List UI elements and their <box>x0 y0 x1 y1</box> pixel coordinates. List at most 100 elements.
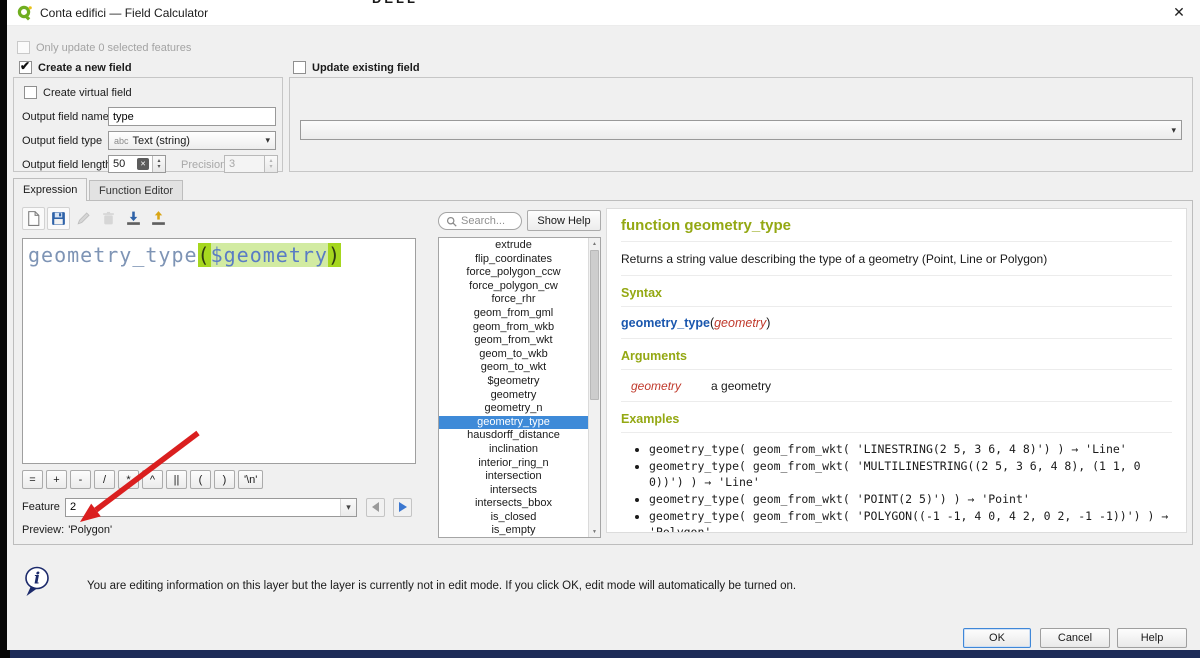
info-icon: i <box>23 566 51 598</box>
svg-text:i: i <box>34 569 40 588</box>
expression-code: geometry_type($geometry) <box>28 243 341 267</box>
chevron-down-icon: ▾ <box>1171 125 1176 136</box>
spinner-arrows[interactable]: ▴ ▾ <box>152 156 165 172</box>
tab-function-editor[interactable]: Function Editor <box>89 180 183 200</box>
operator-button[interactable]: = <box>22 470 43 489</box>
function-list-item-selected[interactable]: geometry_type <box>439 416 588 430</box>
example-item: geometry_type( geom_from_wkt( 'MULTILINE… <box>649 458 1172 490</box>
help-description: Returns a string value describing the ty… <box>621 252 1172 276</box>
operator-button[interactable]: '\n' <box>238 470 263 489</box>
feature-select[interactable]: ▾ <box>65 498 357 517</box>
output-field-type-label: Output field type <box>22 135 102 147</box>
function-list-item[interactable]: flip_coordinates <box>439 253 588 267</box>
chevron-down-icon[interactable]: ▾ <box>340 499 356 516</box>
output-field-type-value: Text (string) <box>133 135 190 147</box>
create-new-field-label: Create a new field <box>38 62 132 74</box>
operator-button[interactable]: * <box>118 470 139 489</box>
search-placeholder: Search... <box>461 215 505 227</box>
function-search[interactable]: Search... <box>438 212 522 230</box>
scroll-up-icon[interactable]: ▲ <box>589 238 600 249</box>
update-existing-field-label: Update existing field <box>312 62 420 74</box>
existing-field-select: ▾ <box>300 120 1182 140</box>
create-virtual-field-checkbox[interactable]: Create virtual field <box>24 86 132 99</box>
export-expressions-button[interactable] <box>147 207 170 230</box>
operator-button[interactable]: - <box>70 470 91 489</box>
tab-expression[interactable]: Expression <box>13 178 87 201</box>
argument-name: geometry <box>631 379 681 393</box>
preview-value: 'Polygon' <box>68 524 112 536</box>
window-title: Conta edifici — Field Calculator <box>40 6 208 20</box>
operator-button[interactable]: ^ <box>142 470 163 489</box>
function-list-item[interactable]: is_empty <box>439 524 588 538</box>
ok-button[interactable]: OK <box>963 628 1031 648</box>
function-list-item[interactable]: geometry <box>439 389 588 403</box>
function-list-item[interactable]: interior_ring_n <box>439 457 588 471</box>
function-list-scrollbar[interactable]: ▲ ▼ <box>588 238 600 537</box>
scroll-down-icon[interactable]: ▼ <box>589 526 600 537</box>
cancel-button[interactable]: Cancel <box>1040 628 1110 648</box>
help-button[interactable]: Help <box>1117 628 1187 648</box>
operator-button[interactable]: / <box>94 470 115 489</box>
output-field-name-label: Output field name <box>22 111 109 123</box>
checkbox-icon <box>17 41 30 54</box>
chevron-down-icon[interactable]: ▾ <box>265 135 270 146</box>
previous-arrow-icon <box>372 502 379 512</box>
function-list-item[interactable]: geometry_n <box>439 402 588 416</box>
function-list-item[interactable]: is_closed <box>439 511 588 525</box>
function-list-item[interactable]: geom_to_wkt <box>439 361 588 375</box>
precision-spinner: 3 ▴ ▾ <box>224 155 278 173</box>
operator-button[interactable]: ( <box>190 470 211 489</box>
expression-close-paren: ) <box>328 243 341 267</box>
new-expression-button[interactable] <box>22 207 45 230</box>
function-list-item[interactable]: hausdorff_distance <box>439 429 588 443</box>
operator-button[interactable]: + <box>46 470 67 489</box>
clear-icon[interactable]: ✕ <box>137 158 149 170</box>
create-new-field-checkbox[interactable]: Create a new field <box>19 61 132 74</box>
expression-open-paren: ( <box>198 243 211 267</box>
expression-panel: geometry_type($geometry) = + - / * ^ || … <box>13 200 1193 545</box>
checkbox-icon[interactable] <box>293 61 306 74</box>
show-help-button[interactable]: Show Help <box>527 210 601 231</box>
update-existing-field-checkbox[interactable]: Update existing field <box>293 61 420 74</box>
checkbox-checked-icon[interactable] <box>19 61 32 74</box>
preview-label: Preview: <box>22 524 64 536</box>
import-expressions-button[interactable] <box>122 207 145 230</box>
feature-input[interactable] <box>66 499 340 516</box>
string-type-icon: abc <box>114 136 129 146</box>
save-expression-button[interactable] <box>47 207 70 230</box>
next-feature-button[interactable] <box>393 498 412 517</box>
function-list-item[interactable]: intersection <box>439 470 588 484</box>
create-virtual-field-label: Create virtual field <box>43 87 132 99</box>
output-field-type-select[interactable]: abc Text (string) ▾ <box>108 131 276 150</box>
function-list-item[interactable]: force_rhr <box>439 293 588 307</box>
function-list-item[interactable]: geom_from_wkt <box>439 334 588 348</box>
save-icon <box>50 210 67 227</box>
expression-editor[interactable]: geometry_type($geometry) <box>22 238 416 464</box>
function-list-item[interactable]: geom_from_wkb <box>439 321 588 335</box>
function-list-item[interactable]: intersects_bbox <box>439 497 588 511</box>
function-list-item[interactable]: force_polygon_ccw <box>439 266 588 280</box>
operator-button[interactable]: || <box>166 470 187 489</box>
output-field-name-input[interactable] <box>108 107 276 126</box>
scrollbar-thumb[interactable] <box>590 250 599 400</box>
new-field-group: Create virtual field Output field name O… <box>13 77 283 172</box>
checkbox-icon[interactable] <box>24 86 37 99</box>
spin-down-icon[interactable]: ▾ <box>157 164 160 170</box>
function-list-item[interactable]: intersects <box>439 484 588 498</box>
function-help-pane: function geometry_type Returns a string … <box>606 208 1187 533</box>
argument-description: a geometry <box>711 379 771 393</box>
close-icon[interactable]: ✕ <box>1168 4 1190 21</box>
function-list-item[interactable]: geom_from_gml <box>439 307 588 321</box>
example-item: geometry_type( geom_from_wkt( 'POINT(2 5… <box>649 491 1172 507</box>
function-list-item[interactable]: force_polygon_cw <box>439 280 588 294</box>
function-list-item[interactable]: geom_to_wkb <box>439 348 588 362</box>
example-item: geometry_type( geom_from_wkt( 'POLYGON((… <box>649 508 1172 533</box>
function-list-item[interactable]: inclination <box>439 443 588 457</box>
edit-mode-message: You are editing information on this laye… <box>87 580 796 592</box>
operator-button[interactable]: ) <box>214 470 235 489</box>
examples-heading: Examples <box>621 412 1172 433</box>
next-arrow-icon <box>399 502 407 512</box>
output-field-length-spinner[interactable]: 50 ✕ ▴ ▾ <box>108 155 166 173</box>
function-list-item[interactable]: extrude <box>439 239 588 253</box>
function-list-item[interactable]: $geometry <box>439 375 588 389</box>
